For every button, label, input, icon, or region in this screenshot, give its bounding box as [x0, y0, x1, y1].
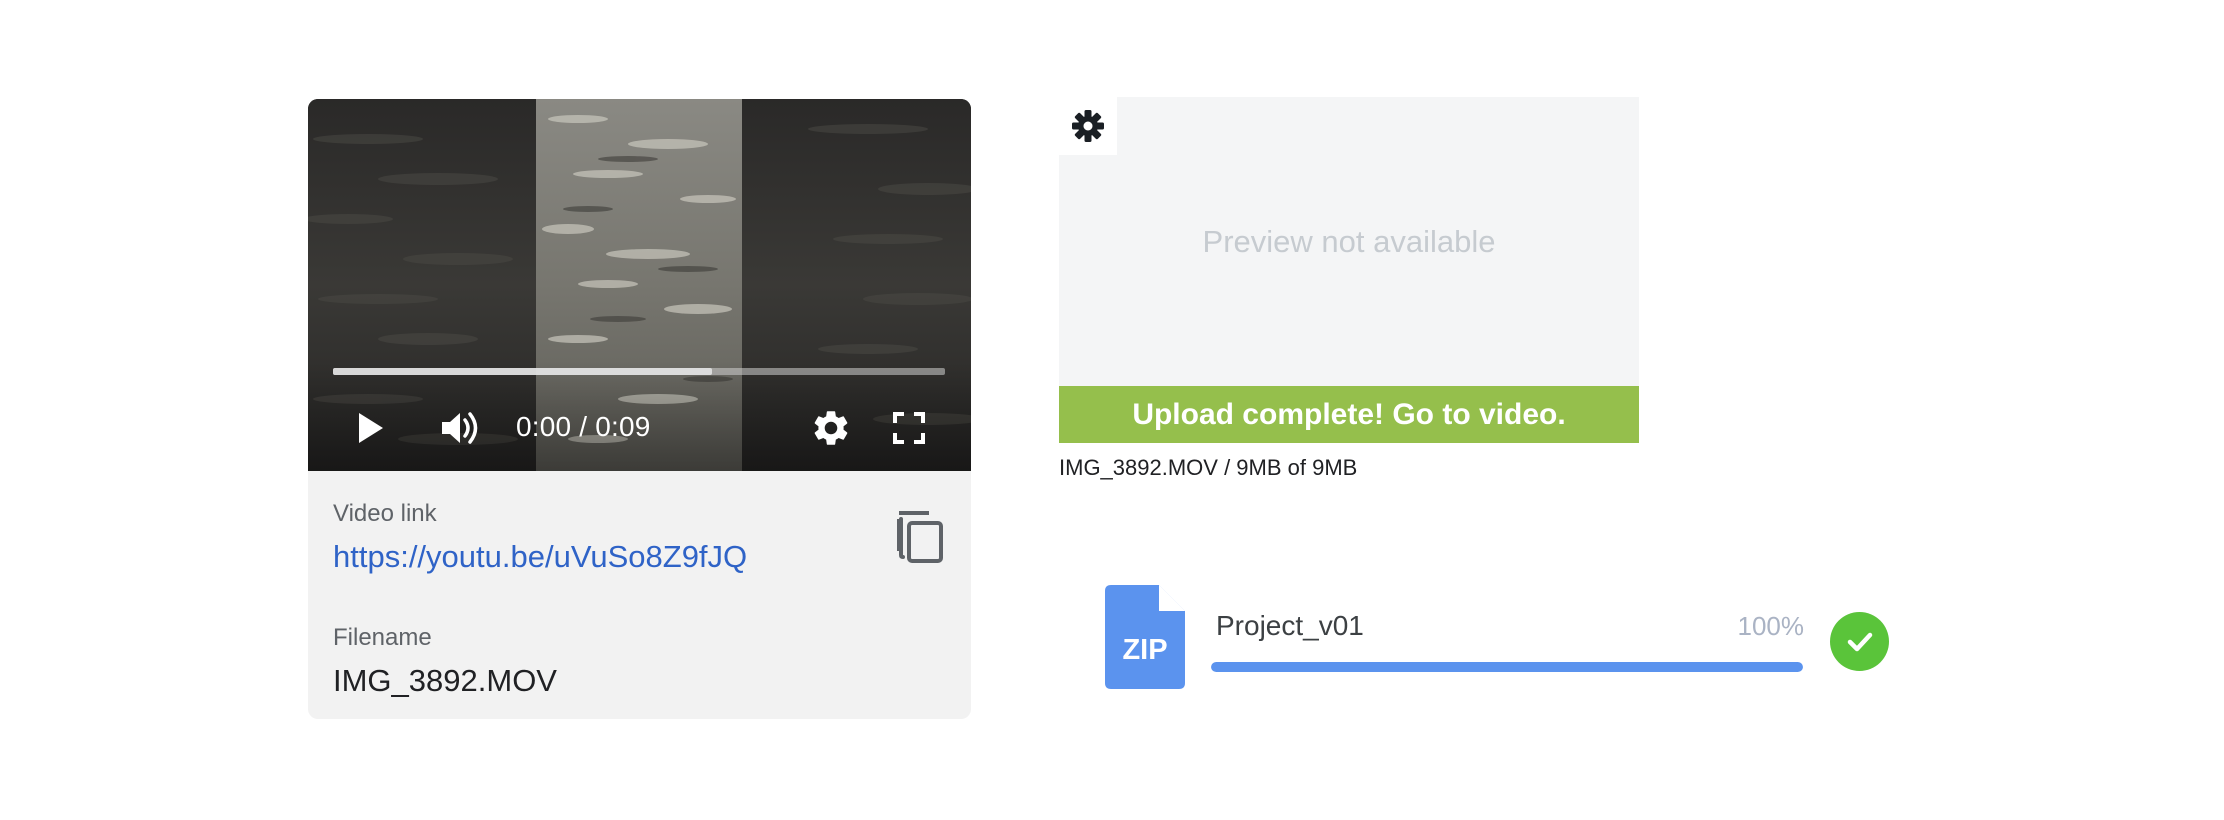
- zip-progress-percent: 100%: [1737, 611, 1805, 641]
- play-icon[interactable]: [355, 410, 387, 446]
- zip-icon-label: ZIP: [1122, 634, 1167, 666]
- zip-progress-bar: [1211, 662, 1803, 672]
- video-link[interactable]: https://youtu.be/uVuSo8Z9fJQ: [333, 537, 747, 577]
- filename-value: IMG_3892.MOV: [333, 663, 557, 698]
- zip-upload-item: ZIP Project_v01 100%: [1105, 585, 1893, 691]
- upload-settings-button[interactable]: [1059, 97, 1117, 155]
- check-icon: [1830, 612, 1889, 671]
- time-display: 0:00 / 0:09: [516, 411, 651, 442]
- gear-icon[interactable]: [810, 407, 852, 449]
- asterisk-gear-icon: [1072, 110, 1104, 142]
- zip-progress-fill: [1211, 662, 1803, 672]
- zip-file-icon: ZIP: [1105, 585, 1185, 689]
- video-card: 0:00 / 0:09 Video link https://youtu.be/…: [308, 99, 971, 719]
- fullscreen-icon[interactable]: [892, 411, 926, 445]
- preview-unavailable-text: Preview not available: [1202, 224, 1496, 259]
- upload-status-text: IMG_3892.MOV / 9MB of 9MB: [1059, 455, 1358, 480]
- video-details: Video link https://youtu.be/uVuSo8Z9fJQ …: [308, 471, 971, 719]
- upload-preview-panel: Preview not available Upload complete! G…: [1059, 97, 1639, 443]
- seek-bar[interactable]: [333, 368, 945, 375]
- zip-file-name: Project_v01: [1216, 610, 1364, 641]
- video-link-label: Video link: [333, 500, 437, 527]
- buffered-progress: [333, 368, 713, 375]
- filename-label: Filename: [333, 624, 432, 651]
- volume-icon[interactable]: [439, 408, 483, 448]
- copy-icon[interactable]: [895, 509, 947, 565]
- video-player[interactable]: 0:00 / 0:09: [308, 99, 971, 471]
- upload-complete-banner[interactable]: Upload complete! Go to video.: [1059, 386, 1639, 443]
